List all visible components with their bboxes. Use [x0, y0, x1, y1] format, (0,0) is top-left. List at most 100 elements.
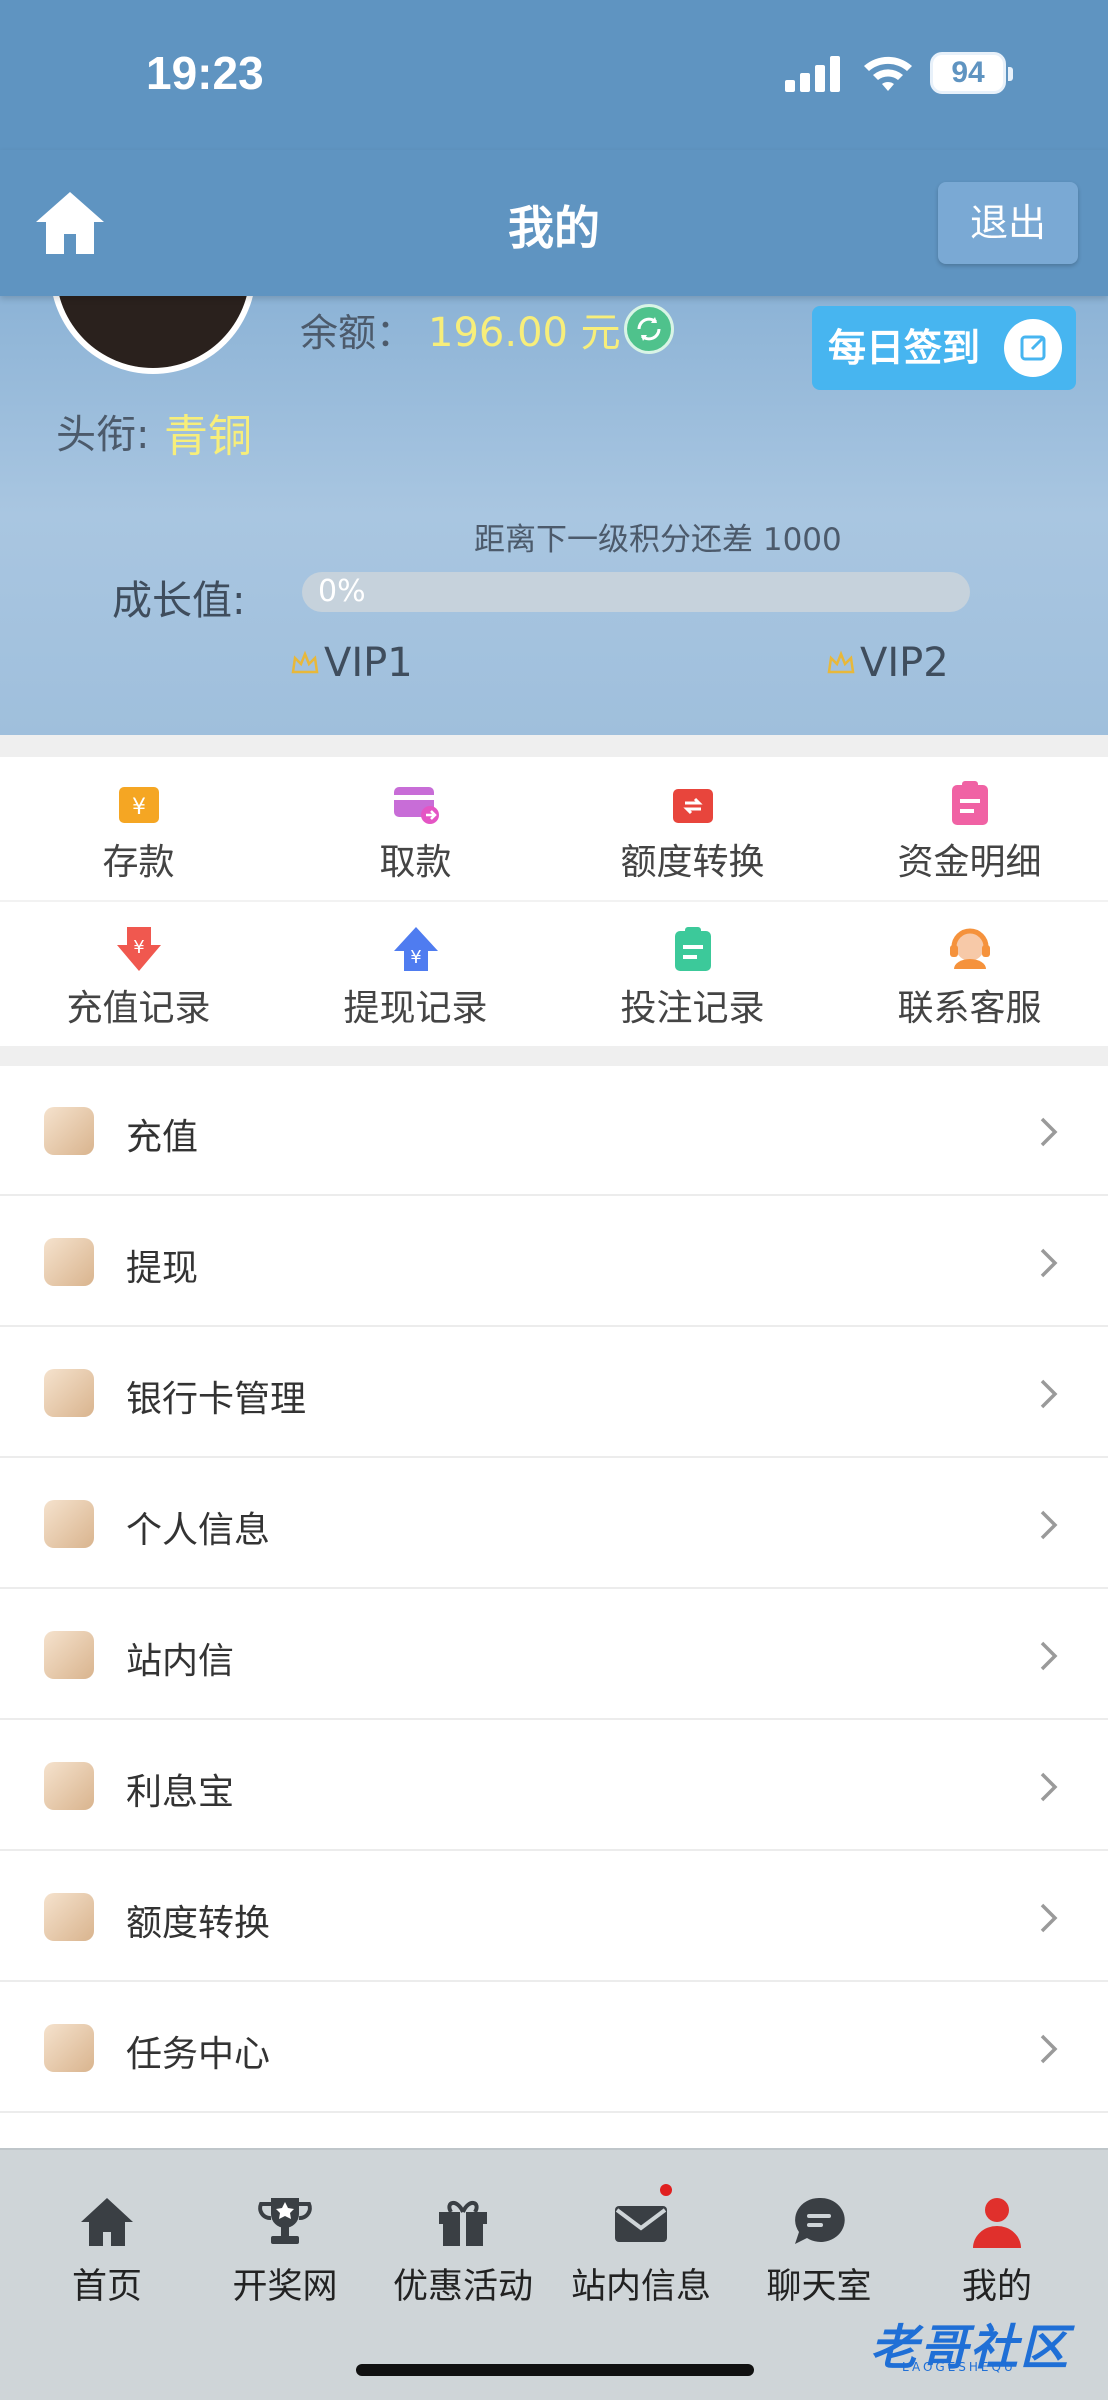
chevron-right-icon [1040, 2034, 1058, 2064]
title-label: 头衔: [56, 412, 150, 458]
chevron-right-icon [1040, 1510, 1058, 1540]
quick-action-label: 取款 [379, 842, 452, 883]
balance-value: 196.00 元 [428, 310, 621, 356]
growth-label: 成长值: [112, 578, 246, 624]
tab-trophy[interactable]: 开奖网 [196, 2180, 374, 2310]
menu-item-label: 个人信息 [126, 1510, 271, 1551]
svg-text:¥: ¥ [132, 795, 146, 820]
next-vip-label: VIP2 [860, 640, 949, 686]
status-time: 19:23 [146, 47, 264, 99]
crown-icon [291, 650, 319, 674]
bank-card-icon [44, 1369, 94, 1417]
quick-action-6[interactable]: ¥ 提现记录 [277, 903, 554, 1047]
menu-item-label: 额度转换 [126, 1903, 271, 1944]
daily-checkin-button[interactable]: 每日签到 [812, 306, 1076, 390]
inbox-icon [44, 1631, 94, 1679]
withdraw-record-icon: ¥ [394, 927, 438, 971]
menu-item-4[interactable]: 个人信息 [0, 1459, 1108, 1589]
menu-item-label: 充值 [126, 1117, 199, 1158]
quick-action-4[interactable]: 资金明细 [831, 757, 1108, 901]
status-bar: 19:23 94 [0, 0, 1108, 150]
divider [0, 1046, 1108, 1066]
edit-icon [1004, 319, 1062, 377]
tab-gift[interactable]: 优惠活动 [374, 2180, 552, 2310]
deposit-icon: ¥ [119, 787, 159, 823]
tab-user[interactable]: 我的 [908, 2180, 1086, 2310]
cellular-signal-icon [785, 56, 845, 92]
menu-item-1[interactable]: 充值 [0, 1066, 1108, 1196]
tab-label: 站内信息 [570, 2267, 711, 2307]
task-icon [44, 2024, 94, 2072]
balance-label: 余额： [300, 311, 415, 355]
menu-item-7[interactable]: 额度转换 [0, 1852, 1108, 1982]
tab-mail[interactable]: 站内信息 [552, 2180, 730, 2310]
trophy-icon [258, 2198, 312, 2244]
divider [0, 900, 1108, 902]
current-vip-level: VIP1 [290, 640, 413, 686]
growth-progress-text: 0% [318, 574, 366, 609]
recharge-record-icon: ¥ [117, 927, 161, 971]
recharge-icon [44, 1107, 94, 1155]
quick-action-3[interactable]: 额度转换 [554, 757, 831, 901]
quick-action-1[interactable]: ¥ 存款 [0, 757, 277, 901]
next-vip-level: VIP2 [826, 640, 949, 686]
quick-action-label: 提现记录 [343, 988, 488, 1029]
quick-action-7[interactable]: 投注记录 [554, 903, 831, 1047]
menu-item-5[interactable]: 站内信 [0, 1590, 1108, 1720]
menu-item-label: 提现 [126, 1248, 199, 1289]
home-indicator [356, 2364, 754, 2376]
notification-dot [660, 2184, 672, 2196]
tab-label: 我的 [961, 2267, 1032, 2307]
menu-item-6[interactable]: 利息宝 [0, 1721, 1108, 1851]
logout-button[interactable]: 退出 [938, 182, 1078, 264]
menu-item-2[interactable]: 提现 [0, 1197, 1108, 1327]
tab-home[interactable]: 首页 [18, 2180, 196, 2310]
menu-item-3[interactable]: 银行卡管理 [0, 1328, 1108, 1458]
growth-progress-bar: 0% [302, 572, 970, 612]
chevron-right-icon [1040, 1772, 1058, 1802]
home-icon [81, 2198, 133, 2246]
quick-action-label: 存款 [102, 842, 175, 883]
quick-action-5[interactable]: ¥ 充值记录 [0, 903, 277, 1047]
gift-icon [439, 2201, 487, 2246]
chevron-right-icon [1040, 1641, 1058, 1671]
svg-text:¥: ¥ [410, 947, 421, 968]
menu-item-label: 银行卡管理 [126, 1379, 307, 1420]
chat-icon [795, 2197, 845, 2244]
quick-action-label: 额度转换 [620, 842, 765, 883]
quick-action-2[interactable]: 取款 [277, 757, 554, 901]
funds-detail-icon [952, 781, 988, 825]
mail-icon [615, 2206, 667, 2242]
personal-info-icon [44, 1500, 94, 1548]
growth-hint: 距离下一级积分还差 1000 [474, 522, 842, 558]
crown-icon [827, 650, 855, 674]
chevron-right-icon [1040, 1248, 1058, 1278]
daily-checkin-label: 每日签到 [828, 326, 981, 370]
battery-icon: 94 [930, 52, 1013, 94]
battery-level: 94 [951, 56, 985, 89]
current-vip-label: VIP1 [324, 640, 413, 686]
quick-action-label: 投注记录 [620, 988, 765, 1029]
refresh-icon[interactable] [624, 304, 674, 354]
tab-chat[interactable]: 聊天室 [730, 2180, 908, 2310]
quick-action-label: 联系客服 [897, 988, 1042, 1029]
menu-item-label: 任务中心 [126, 2034, 271, 2075]
tab-label: 聊天室 [766, 2267, 872, 2307]
quick-action-8[interactable]: 联系客服 [831, 903, 1108, 1047]
withdraw-icon [44, 1238, 94, 1286]
transfer-icon [673, 789, 713, 823]
tab-label: 首页 [71, 2267, 142, 2307]
quick-action-label: 充值记录 [66, 988, 211, 1029]
chevron-right-icon [1040, 1117, 1058, 1147]
wifi-icon [864, 56, 912, 91]
watermark-logo-sub: LAOGESHEQU [902, 2360, 1016, 2374]
menu-item-8[interactable]: 任务中心 [0, 1983, 1108, 2113]
svg-text:¥: ¥ [133, 937, 144, 958]
refresh-icon-glyph [637, 317, 661, 341]
chevron-right-icon [1040, 1903, 1058, 1933]
tab-label: 优惠活动 [392, 2267, 533, 2307]
title-value: 青铜 [164, 411, 252, 462]
transfer-icon [44, 1893, 94, 1941]
interest-icon [44, 1762, 94, 1810]
bet-record-icon [675, 927, 711, 971]
